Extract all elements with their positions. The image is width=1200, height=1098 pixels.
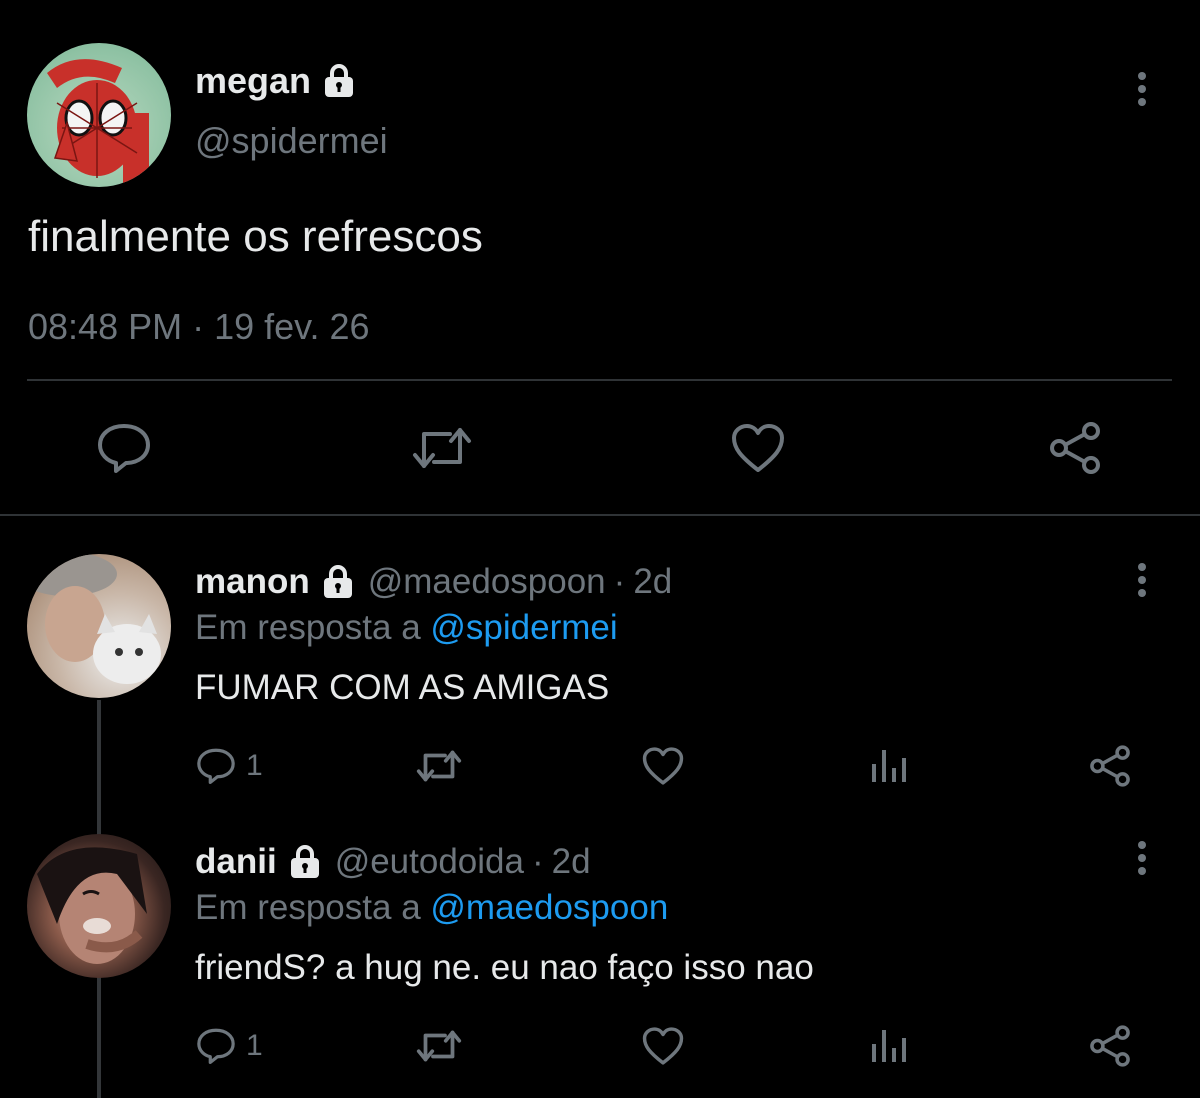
share-icon bbox=[1088, 1024, 1132, 1068]
reply-text: friendS? a hug ne. eu nao faço isso nao bbox=[195, 948, 814, 987]
reply-count: 1 bbox=[246, 749, 263, 782]
reply-header: danii @eutodoida · 2d bbox=[195, 842, 591, 882]
reply-button[interactable] bbox=[96, 420, 152, 476]
lock-icon bbox=[287, 844, 323, 880]
share-icon bbox=[1088, 744, 1132, 788]
retweet-icon bbox=[410, 422, 474, 474]
views-button[interactable] bbox=[868, 1024, 908, 1068]
reply-time[interactable]: 2d bbox=[552, 842, 591, 882]
reply-text: FUMAR COM AS AMIGAS bbox=[195, 668, 610, 707]
views-button[interactable] bbox=[868, 744, 908, 788]
reply-handle[interactable]: @maedospoon bbox=[368, 562, 606, 602]
divider bbox=[27, 379, 1172, 381]
share-button[interactable] bbox=[1088, 744, 1132, 788]
heart-icon bbox=[641, 1026, 685, 1066]
reply-icon bbox=[96, 422, 152, 474]
replying-to-line: Em resposta a @maedospoon bbox=[195, 888, 668, 928]
retweet-button[interactable] bbox=[410, 420, 474, 476]
replying-prefix: Em resposta a bbox=[195, 608, 421, 647]
replying-to-mention[interactable]: @spidermei bbox=[430, 608, 617, 647]
replying-to-mention[interactable]: @maedospoon bbox=[430, 888, 668, 927]
retweet-button[interactable] bbox=[415, 1024, 463, 1068]
reply-time[interactable]: 2d bbox=[633, 562, 672, 602]
replying-prefix: Em resposta a bbox=[195, 888, 421, 927]
share-icon bbox=[1047, 420, 1103, 476]
share-button[interactable] bbox=[1088, 1024, 1132, 1068]
separator-dot: · bbox=[613, 562, 626, 601]
main-tweet-timestamp[interactable]: 08:48 PM · 19 fev. 26 bbox=[28, 306, 370, 348]
main-author-name-row[interactable]: megan bbox=[195, 60, 357, 102]
reply-icon bbox=[196, 746, 236, 786]
main-tweet-text: finalmente os refrescos bbox=[28, 212, 483, 261]
reply-display-name[interactable]: manon bbox=[195, 562, 310, 602]
reply-icon bbox=[196, 1026, 236, 1066]
like-button[interactable] bbox=[641, 744, 685, 788]
section-divider bbox=[0, 514, 1200, 516]
like-button[interactable] bbox=[730, 420, 786, 476]
retweet-icon bbox=[415, 1026, 463, 1066]
reply-display-name[interactable]: danii bbox=[195, 842, 277, 882]
reply-handle[interactable]: @eutodoida bbox=[335, 842, 524, 882]
analytics-icon bbox=[868, 746, 908, 786]
separator-dot: · bbox=[531, 842, 544, 881]
reply-header: manon @maedospoon · 2d bbox=[195, 562, 672, 602]
retweet-button[interactable] bbox=[415, 744, 463, 788]
reply-author-avatar[interactable] bbox=[27, 554, 171, 698]
reply-button[interactable]: 1 bbox=[196, 744, 263, 788]
reply-author-avatar[interactable] bbox=[27, 834, 171, 978]
heart-icon bbox=[641, 746, 685, 786]
more-vertical-icon[interactable] bbox=[1128, 70, 1156, 110]
more-vertical-icon[interactable] bbox=[1128, 562, 1156, 602]
lock-icon bbox=[321, 63, 357, 99]
main-handle[interactable]: @spidermei bbox=[195, 120, 388, 162]
lock-icon bbox=[320, 564, 356, 600]
retweet-icon bbox=[415, 746, 463, 786]
main-display-name[interactable]: megan bbox=[195, 60, 311, 102]
reply-button[interactable]: 1 bbox=[196, 1024, 263, 1068]
reply-count: 1 bbox=[246, 1029, 263, 1062]
share-button[interactable] bbox=[1047, 420, 1103, 476]
analytics-icon bbox=[868, 1026, 908, 1066]
replying-to-line: Em resposta a @spidermei bbox=[195, 608, 618, 648]
main-author-avatar[interactable] bbox=[27, 43, 171, 187]
more-vertical-icon[interactable] bbox=[1128, 840, 1156, 880]
like-button[interactable] bbox=[641, 1024, 685, 1068]
heart-icon bbox=[730, 422, 786, 474]
